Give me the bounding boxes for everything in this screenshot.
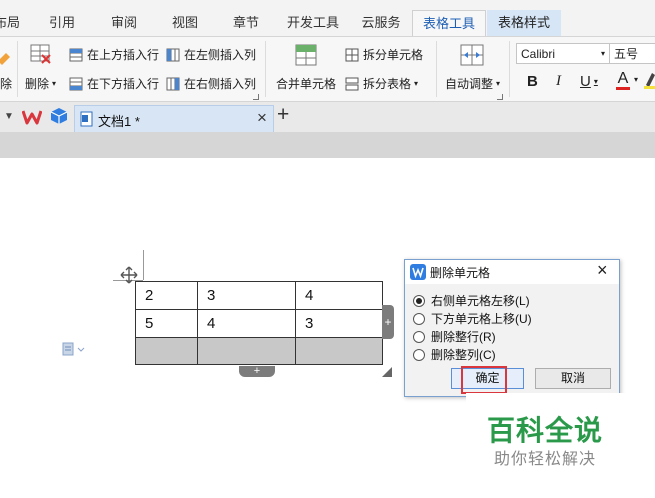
table-cell[interactable]: 3	[197, 281, 296, 310]
tab-table-style[interactable]: 表格样式	[487, 10, 561, 36]
table-row-selected	[135, 337, 383, 365]
new-tab-button[interactable]: +	[277, 103, 289, 127]
font-color-button[interactable]: A	[616, 71, 630, 90]
radio-button[interactable]	[413, 348, 425, 361]
tab-table-tools[interactable]: 表格工具	[412, 10, 486, 36]
tab-layout[interactable]: 布局	[0, 10, 22, 36]
cube-icon[interactable]	[50, 107, 68, 128]
insert-left-button[interactable]: 在左侧插入列	[166, 46, 256, 63]
table-cell[interactable]	[295, 337, 383, 365]
chevron-down-icon[interactable]: ▼	[4, 111, 14, 122]
auto-fit-button[interactable]: 自动调整 ▾	[445, 75, 500, 92]
insert-right-button[interactable]: 在右侧插入列	[166, 75, 256, 92]
ruler-area	[0, 132, 655, 158]
tab-view[interactable]: 视图	[163, 10, 207, 36]
insert-above-button[interactable]: 在上方插入行	[69, 46, 159, 63]
split-table-button[interactable]: 拆分表格 ▾	[345, 75, 418, 92]
highlight-box	[461, 366, 507, 394]
table-cell[interactable]: 5	[135, 309, 198, 338]
option-shift-up[interactable]: 下方单元格上移(U)	[413, 310, 532, 327]
close-icon[interactable]: ×	[257, 108, 267, 128]
merge-cells-button[interactable]: 合并单元格	[276, 75, 336, 92]
add-column-button[interactable]: +	[382, 305, 394, 339]
option-delete-column[interactable]: 删除整列(C)	[413, 346, 496, 363]
watermark-subtitle: 助你轻松解决	[494, 451, 597, 468]
ribbon-tab-bar: 布局 引用 审阅 视图 章节 开发工具 云服务 表格工具 表格样式	[0, 0, 655, 36]
document-table[interactable]: 2 3 4 5 4 3	[135, 281, 383, 365]
table-cell[interactable]: 2	[135, 281, 198, 310]
option-shift-left[interactable]: 右侧单元格左移(L)	[413, 292, 530, 309]
add-row-button[interactable]: +	[239, 366, 275, 377]
bold-button[interactable]: B	[527, 73, 538, 90]
underline-button[interactable]: U ▾	[580, 73, 598, 90]
resize-handle-icon[interactable]	[382, 366, 392, 380]
document-tab-title: 文档1 *	[98, 114, 140, 129]
highlight-icon[interactable]	[644, 71, 655, 89]
font-size-select[interactable]: 五号	[609, 43, 655, 64]
table-row: 5 4 3	[135, 309, 383, 338]
close-icon[interactable]: ×	[597, 260, 608, 281]
document-icon	[80, 111, 94, 130]
radio-button[interactable]	[413, 294, 425, 307]
radio-button[interactable]	[413, 330, 425, 343]
auto-fit-icon[interactable]	[460, 44, 484, 66]
delete-button[interactable]: 删除 ▾	[25, 75, 56, 92]
table-cell[interactable]: 3	[295, 309, 383, 338]
paragraph-options-icon[interactable]	[62, 342, 86, 359]
table-row: 2 3 4	[135, 281, 383, 310]
italic-button[interactable]: I	[556, 73, 561, 90]
tab-developer[interactable]: 开发工具	[282, 10, 344, 36]
launcher-icon[interactable]	[497, 94, 503, 100]
merge-cells-icon[interactable]	[295, 44, 317, 66]
split-cells-button[interactable]: 拆分单元格	[345, 46, 423, 63]
watermark-title: 百科全说	[487, 415, 604, 446]
wps-logo-icon[interactable]	[21, 108, 43, 129]
tab-section[interactable]: 章节	[224, 10, 268, 36]
font-name-select[interactable]: Calibri ▾	[516, 43, 610, 64]
table-cell[interactable]	[197, 337, 296, 365]
table-cell[interactable]: 4	[197, 309, 296, 338]
option-delete-row[interactable]: 删除整行(R)	[413, 328, 496, 345]
tab-references[interactable]: 引用	[40, 10, 84, 36]
tab-cloud[interactable]: 云服务	[353, 10, 409, 36]
radio-button[interactable]	[413, 312, 425, 325]
chevron-down-icon[interactable]: ▾	[634, 75, 638, 84]
ribbon: 除 删除 ▾ 在上方插入行 在下方插入行 在左侧插入列 在右侧插入列 合并单元格 …	[0, 36, 655, 102]
margin-marker	[143, 250, 144, 280]
partial-delete-button[interactable]: 除	[0, 75, 12, 92]
dialog-title: 删除单元格	[430, 266, 491, 280]
document-tab-bar: ▼ 文档1 * × +	[0, 102, 655, 132]
cancel-button[interactable]: 取消	[535, 368, 611, 389]
delete-cells-dialog: 删除单元格 × 右侧单元格左移(L) 下方单元格上移(U) 删除整行(R) 删除…	[404, 259, 620, 397]
watermark: 百科全说 助你轻松解决	[466, 393, 632, 473]
insert-below-button[interactable]: 在下方插入行	[69, 75, 159, 92]
table-cell[interactable]: 4	[295, 281, 383, 310]
launcher-icon[interactable]	[253, 94, 259, 100]
wps-writer-icon	[410, 264, 426, 283]
tab-review[interactable]: 审阅	[102, 10, 146, 36]
table-delete-icon[interactable]	[30, 43, 52, 65]
document-tab[interactable]: 文档1 * ×	[74, 105, 274, 132]
eraser-icon[interactable]	[0, 51, 10, 67]
table-cell[interactable]	[135, 337, 198, 365]
dialog-titlebar: 删除单元格 ×	[405, 260, 619, 284]
